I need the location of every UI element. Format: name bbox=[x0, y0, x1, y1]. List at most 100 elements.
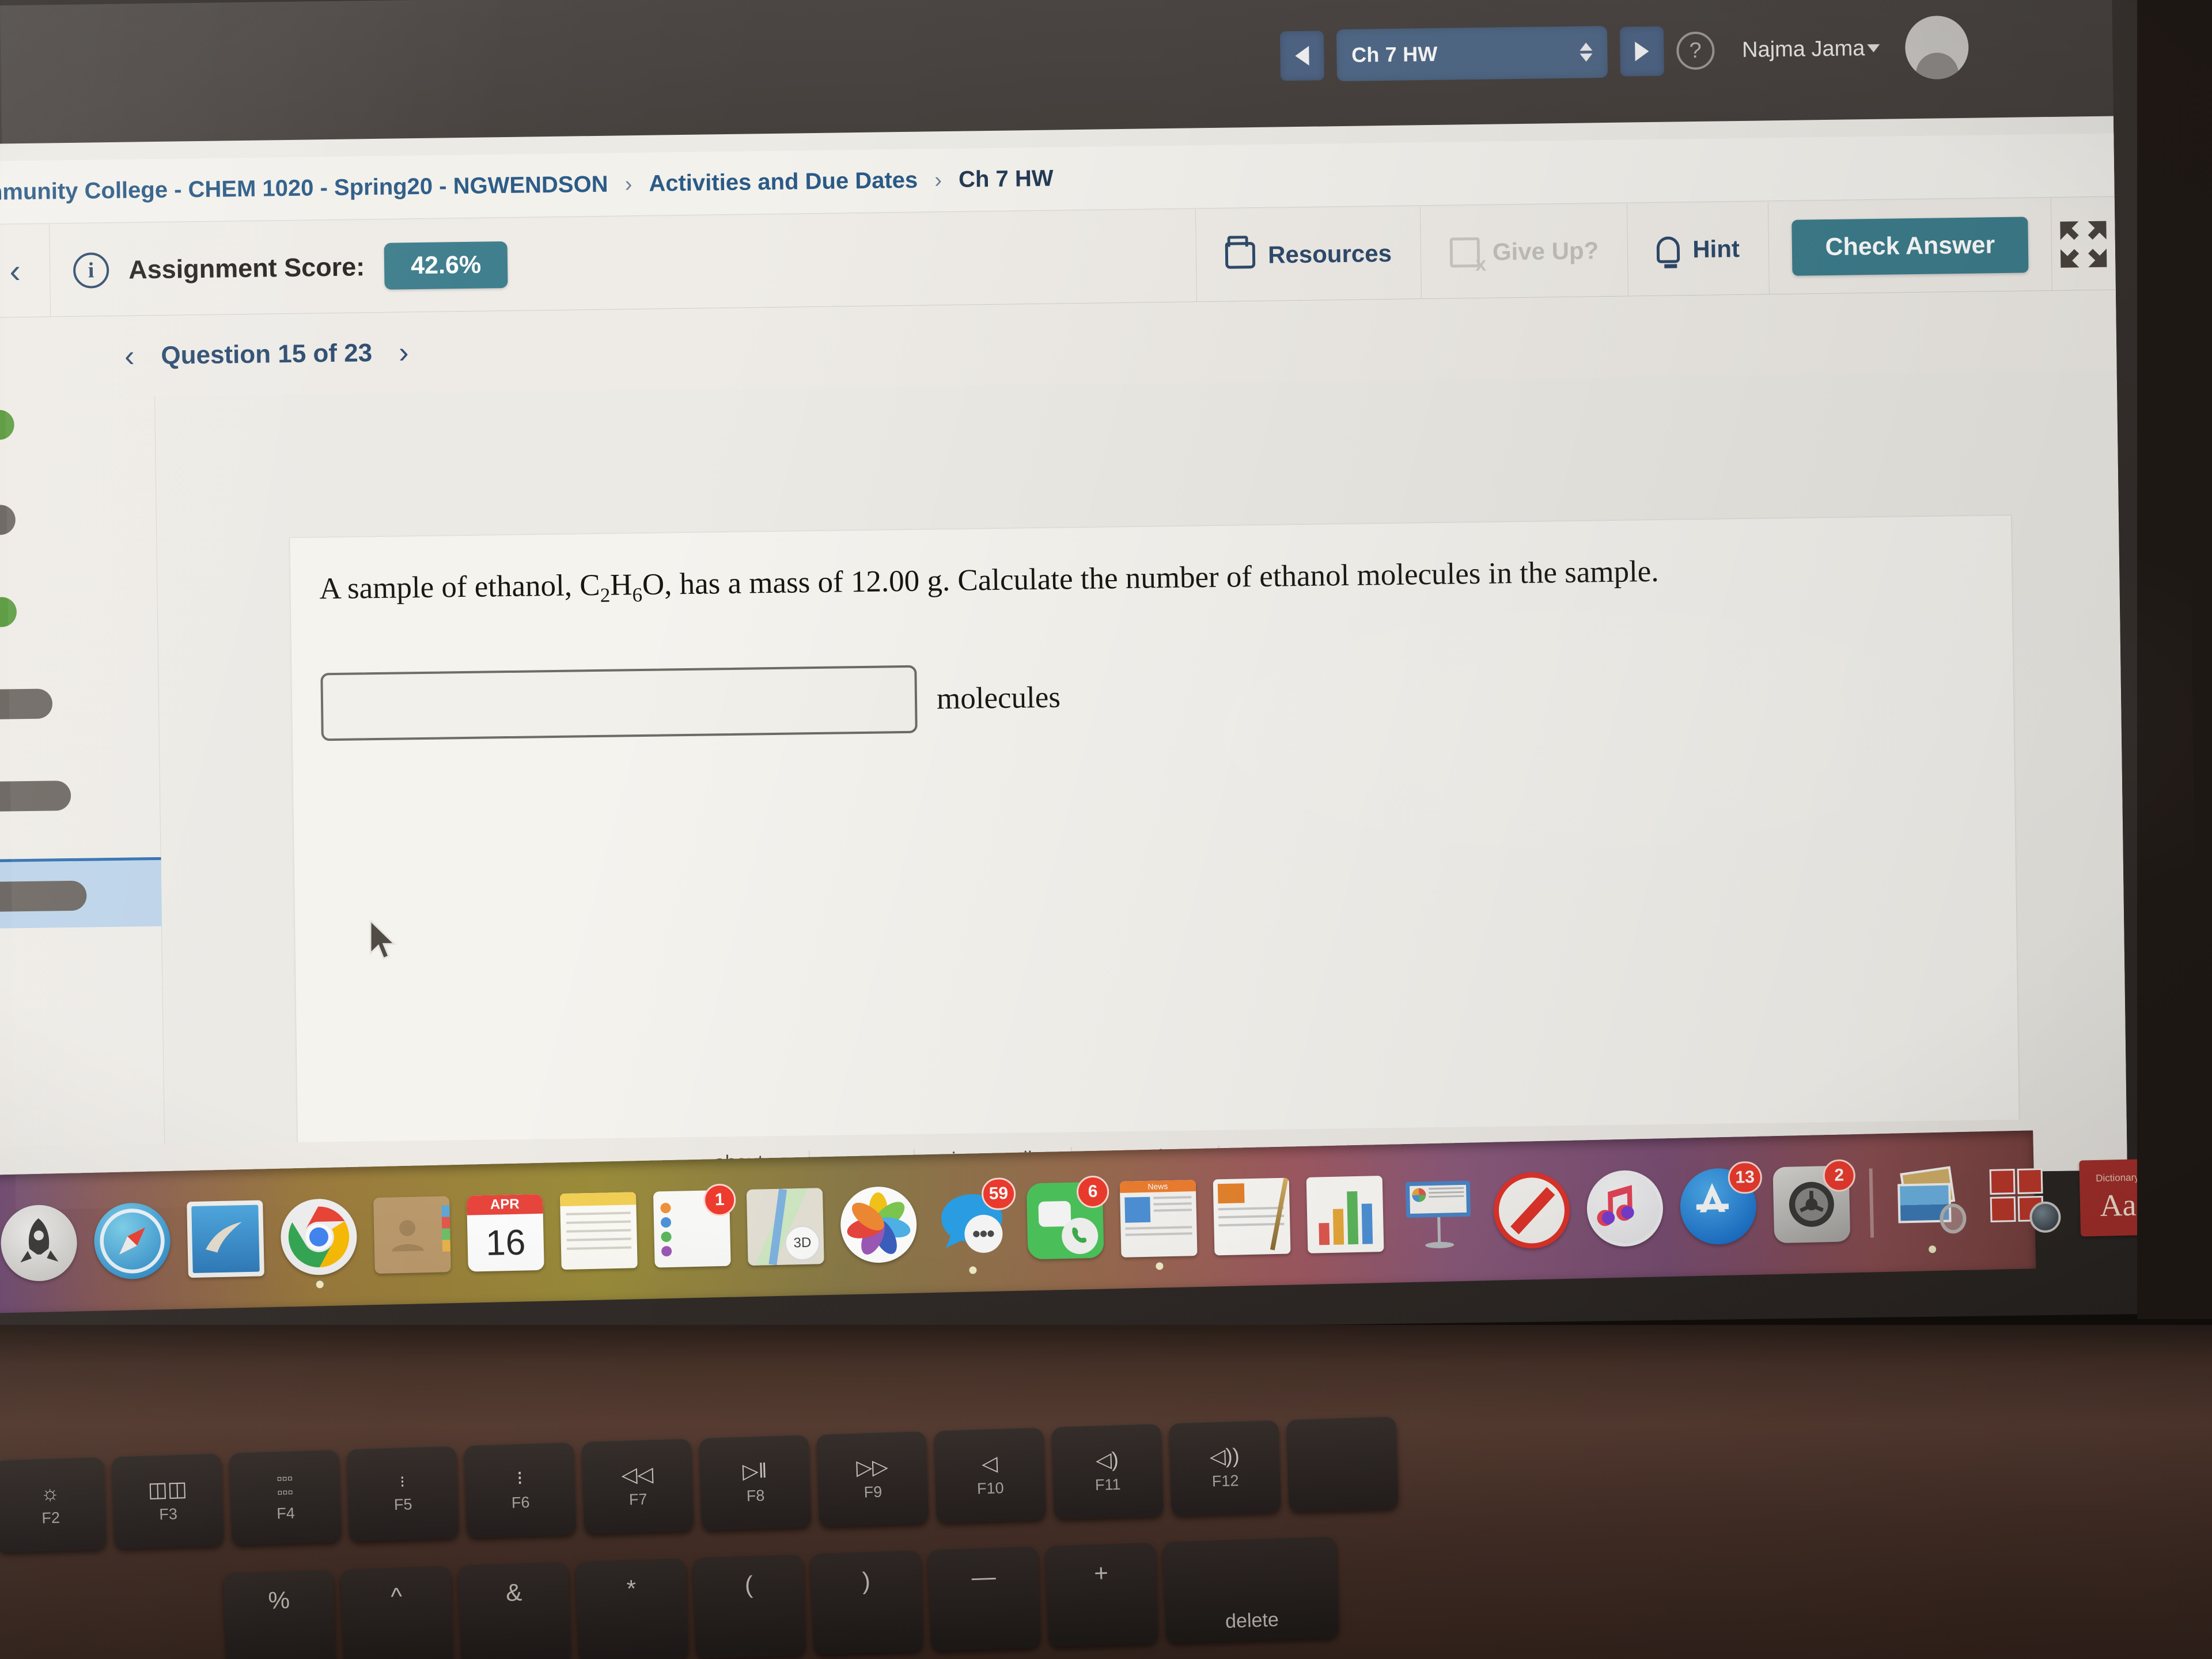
fast-forward-key[interactable]: ▷▷ F9 bbox=[816, 1431, 929, 1527]
browser-window: Ch 7 HW ? Najma Jama ommunity College - … bbox=[0, 0, 2127, 1198]
assignment-score-label: Assignment Score: bbox=[128, 251, 365, 285]
launchpad-key[interactable]: ▫▫▫ ▫▫▫ F4 bbox=[229, 1449, 342, 1546]
minus-key[interactable]: — bbox=[928, 1546, 1041, 1651]
list-item[interactable] bbox=[0, 780, 71, 812]
dock-item-preview[interactable] bbox=[1887, 1158, 1975, 1253]
rewind-key[interactable]: ◁◁ F7 bbox=[581, 1438, 694, 1534]
chrome-icon bbox=[280, 1198, 358, 1276]
volume-up-icon: ◁)) bbox=[1209, 1443, 1240, 1468]
list-item[interactable] bbox=[0, 505, 16, 536]
stepper-icon bbox=[1579, 42, 1593, 62]
user-name-label: Najma Jama bbox=[1741, 36, 1865, 62]
running-indicator bbox=[316, 1281, 324, 1289]
hint-button[interactable]: Hint bbox=[1627, 202, 1769, 296]
asterisk-key[interactable]: * bbox=[575, 1558, 689, 1659]
list-item[interactable] bbox=[0, 410, 14, 441]
keyboard-backlight-up-key[interactable]: ⁝ F6 bbox=[464, 1442, 577, 1538]
play-pause-key[interactable]: ▷‖ F8 bbox=[699, 1434, 812, 1531]
resources-button[interactable]: Resources bbox=[1196, 207, 1421, 302]
dock-item-chrome[interactable] bbox=[275, 1193, 363, 1289]
answer-row: molecules bbox=[320, 663, 1060, 741]
presentation-icon bbox=[1400, 1173, 1478, 1251]
caret-key[interactable]: ^ bbox=[340, 1566, 454, 1659]
mission-control-key[interactable]: ◫◫ F3 bbox=[111, 1453, 224, 1549]
list-item[interactable] bbox=[0, 597, 17, 628]
dock-item-maps[interactable]: 3D bbox=[741, 1183, 830, 1271]
assignment-select[interactable]: Ch 7 HW bbox=[1336, 25, 1608, 82]
dock-item-news[interactable]: News bbox=[1115, 1175, 1203, 1270]
brightness-up-key[interactable]: ☼ F2 bbox=[0, 1457, 107, 1552]
dock-item-facetime[interactable]: 6 bbox=[1021, 1175, 1109, 1264]
pinwheel-icon bbox=[839, 1185, 918, 1264]
page-body: ommunity College - CHEM 1020 - Spring20 … bbox=[0, 116, 2127, 1198]
dock-item-photo-booth[interactable] bbox=[1980, 1156, 2069, 1244]
laptop-photo-scene: Ch 7 HW ? Najma Jama ommunity College - … bbox=[0, 0, 2212, 1659]
keyboard-backlight-down-key[interactable]: ⁝ F5 bbox=[346, 1445, 459, 1541]
list-item-selected[interactable] bbox=[0, 857, 162, 929]
list-item[interactable] bbox=[0, 688, 53, 720]
percent-key[interactable]: % bbox=[223, 1570, 336, 1659]
running-indicator bbox=[969, 1266, 977, 1274]
dock-item-pages[interactable] bbox=[1207, 1172, 1296, 1260]
dock-item-itunes[interactable] bbox=[1581, 1164, 1669, 1252]
back-button[interactable]: ‹ bbox=[0, 251, 50, 291]
mute-key[interactable]: ◁ F10 bbox=[934, 1427, 1047, 1523]
news-icon: News bbox=[1119, 1180, 1198, 1257]
dock-item-keynote[interactable] bbox=[1394, 1168, 1482, 1256]
power-key[interactable] bbox=[1286, 1416, 1399, 1512]
dock-item-app-store[interactable]: 13 bbox=[1674, 1161, 1763, 1251]
dock-separator bbox=[1869, 1168, 1874, 1238]
dock-item-photos[interactable] bbox=[835, 1180, 923, 1268]
volume-up-key[interactable]: ◁)) F12 bbox=[1168, 1419, 1281, 1516]
delete-key[interactable]: delete bbox=[1162, 1536, 1339, 1643]
badge-count: 13 bbox=[1727, 1161, 1763, 1194]
list-item-label bbox=[0, 880, 87, 912]
dock-item-contacts[interactable] bbox=[368, 1191, 456, 1279]
dock-item-dvd-player[interactable] bbox=[1487, 1166, 1575, 1255]
avatar[interactable] bbox=[1904, 15, 1969, 80]
subscript-2: 2 bbox=[600, 584, 611, 607]
dock-item-reminders[interactable]: 1 bbox=[648, 1183, 736, 1273]
maps-icon: 3D bbox=[746, 1188, 824, 1266]
plus-key[interactable]: + bbox=[1045, 1542, 1158, 1647]
dock-item-system-preferences[interactable]: 2 bbox=[1767, 1159, 1856, 1248]
volume-down-key[interactable]: ◁) F11 bbox=[1051, 1423, 1164, 1520]
music-note-icon bbox=[1586, 1169, 1664, 1248]
user-menu[interactable]: Najma Jama bbox=[1742, 36, 1880, 62]
check-answer-button[interactable]: Check Answer bbox=[1791, 217, 2029, 276]
question-card: A sample of ethanol, C2H6O, has a mass o… bbox=[289, 514, 2021, 1198]
next-question-button[interactable]: › bbox=[399, 335, 409, 370]
breadcrumb-section[interactable]: Activities and Due Dates bbox=[649, 168, 918, 196]
folder-icon bbox=[1225, 241, 1256, 269]
info-circle-icon[interactable]: i bbox=[73, 252, 109, 289]
dock-item-numbers[interactable] bbox=[1301, 1171, 1389, 1259]
fullscreen-expand-icon[interactable] bbox=[2051, 216, 2115, 272]
breadcrumb-current: Ch 7 HW bbox=[958, 165, 1054, 192]
calendar-icon: APR 16 bbox=[466, 1194, 544, 1272]
open-paren-key[interactable]: ( bbox=[693, 1554, 806, 1659]
mute-icon: ◁ bbox=[981, 1450, 998, 1475]
dock-item-notes[interactable] bbox=[555, 1187, 643, 1275]
breadcrumb-course[interactable]: ommunity College - CHEM 1020 - Spring20 … bbox=[0, 172, 608, 206]
dictionary-label: Aa bbox=[2099, 1187, 2137, 1223]
subscript-6: 6 bbox=[632, 583, 643, 607]
dock-item-launchpad[interactable] bbox=[0, 1199, 83, 1287]
previous-assignment-button[interactable] bbox=[1279, 31, 1324, 81]
dock-item-messages[interactable]: 59 bbox=[928, 1177, 1016, 1274]
rocket-icon bbox=[0, 1204, 78, 1282]
previous-question-button[interactable]: ‹ bbox=[124, 339, 135, 373]
compass-icon bbox=[93, 1202, 171, 1280]
close-paren-key[interactable]: ) bbox=[810, 1550, 923, 1655]
give-up-button: Give Up? bbox=[1421, 204, 1628, 299]
question-text-part2: H bbox=[609, 568, 632, 602]
dock-item-calendar[interactable]: APR 16 bbox=[461, 1189, 550, 1277]
ampersand-key[interactable]: & bbox=[458, 1562, 571, 1659]
question-list-rail[interactable] bbox=[0, 396, 166, 1198]
question-mark-icon[interactable]: ? bbox=[1676, 31, 1715, 70]
next-assignment-button[interactable] bbox=[1619, 26, 1664, 77]
backlight-up-icon: ⁝ bbox=[516, 1467, 524, 1490]
answer-input[interactable] bbox=[320, 665, 918, 741]
badge-count: 2 bbox=[1823, 1159, 1856, 1192]
dock-item-safari[interactable] bbox=[88, 1197, 176, 1285]
dock-item-mail[interactable] bbox=[181, 1195, 270, 1283]
